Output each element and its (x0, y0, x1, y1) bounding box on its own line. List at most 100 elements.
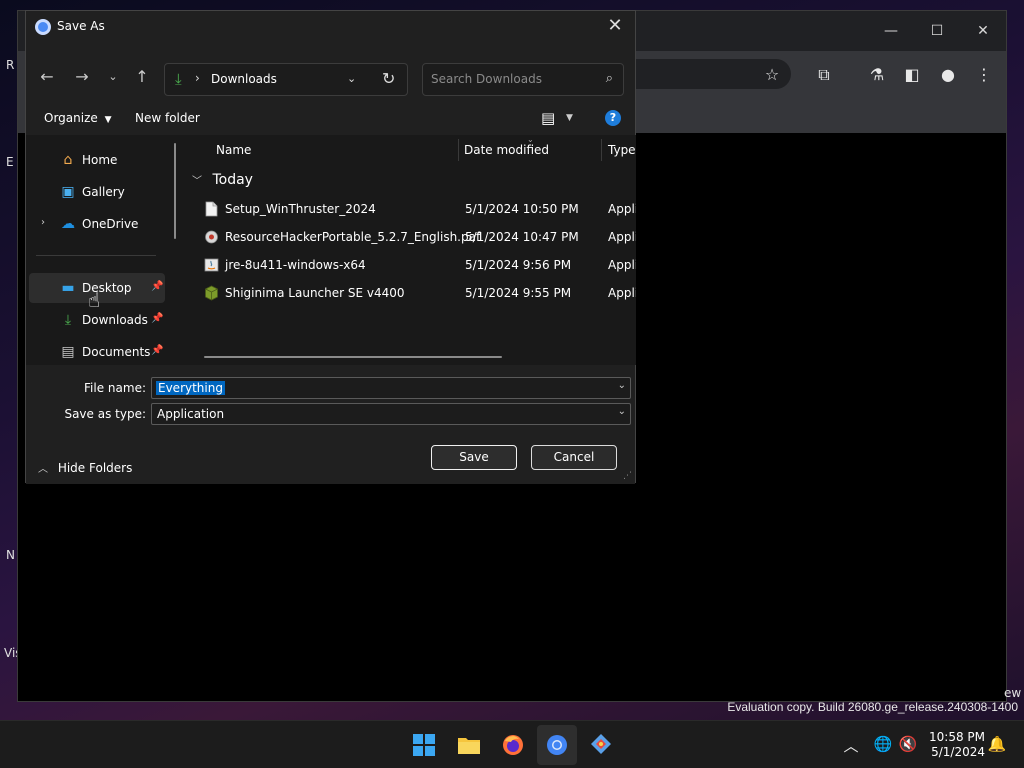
column-divider[interactable] (458, 139, 459, 161)
cloud-icon: ☁ (61, 216, 75, 232)
search-input[interactable]: Search Downloads ⌕ (422, 63, 624, 96)
group-header[interactable]: ﹀ Today (192, 172, 253, 188)
volume-muted-icon[interactable]: 🔇 (898, 735, 918, 753)
star-icon[interactable]: ☆ (761, 64, 783, 86)
organize-button[interactable]: Organize ▼ (44, 111, 112, 125)
chevron-down-icon[interactable]: ⌄ (618, 406, 626, 417)
file-type: Appli (608, 202, 636, 216)
sidebar-item-onedrive[interactable]: › ☁ OneDrive (29, 209, 165, 239)
command-bar: Organize ▼ New folder ▤ ▼ ? (26, 101, 635, 135)
file-type: Appli (608, 230, 636, 244)
save-options-panel: File name: Everything ⌄ Save as type: Ap… (26, 365, 635, 484)
save-button[interactable]: Save (431, 445, 517, 470)
download-icon: ⤓ (64, 312, 72, 328)
dev-tool-icon[interactable] (587, 731, 615, 759)
help-icon[interactable]: ? (605, 110, 621, 126)
file-name-field[interactable]: Everything ⌄ (151, 377, 631, 399)
file-name-label: File name: (84, 381, 146, 395)
pin-icon: 📌 (151, 345, 164, 356)
maximize-icon[interactable]: ☐ (927, 23, 947, 39)
divider (36, 255, 156, 256)
forward-icon[interactable]: → (71, 67, 93, 86)
system-clock[interactable]: 10:58 PM 5/1/2024 (925, 730, 985, 760)
column-header-type[interactable]: Type (608, 143, 636, 157)
document-icon: ▤ (61, 344, 75, 360)
new-folder-button[interactable]: New folder (135, 111, 200, 125)
chevron-down-icon: ▼ (104, 115, 112, 125)
profile-icon[interactable]: ● (937, 64, 959, 86)
file-row[interactable]: jre-8u411-windows-x64 5/1/2024 9:56 PM A… (186, 251, 636, 279)
file-name: jre-8u411-windows-x64 (225, 258, 366, 272)
up-icon[interactable]: ↑ (131, 67, 153, 86)
desktop-edge-text: R (6, 58, 15, 72)
sidebar-item-home[interactable]: ⌂ Home (29, 145, 165, 175)
view-options-icon[interactable]: ▤ (541, 109, 555, 127)
java-icon (204, 258, 219, 272)
file-list: Name ⌄ Date modified Type ﹀ Today Setup_… (186, 135, 636, 365)
clock-time: 10:58 PM (929, 730, 985, 744)
navigation-bar: ← → ⌄ ↑ ⤓ › Downloads ⌄ ↻ Search Downloa… (26, 43, 635, 101)
file-row[interactable]: Shiginima Launcher SE v4400 5/1/2024 9:5… (186, 279, 636, 307)
chevron-up-icon: ︿ (38, 464, 48, 475)
hide-folders-button[interactable]: ︿ Hide Folders (38, 460, 132, 475)
file-date: 5/1/2024 10:47 PM (465, 230, 579, 244)
address-bar[interactable]: ⤓ › Downloads ⌄ ↻ (164, 63, 408, 96)
desktop-edge-text: ew (1004, 686, 1022, 700)
refresh-icon[interactable]: ↻ (382, 69, 395, 88)
evaluation-watermark: Evaluation copy. Build 26080.ge_release.… (727, 700, 1018, 714)
save-type-label: Save as type: (64, 407, 146, 421)
file-name: Shiginima Launcher SE v4400 (225, 286, 405, 300)
column-divider[interactable] (601, 139, 602, 161)
menu-icon[interactable]: ⋮ (973, 64, 995, 86)
extensions-icon[interactable]: ⧉ (813, 64, 835, 86)
firefox-icon[interactable] (499, 731, 527, 759)
sidebar-item-gallery[interactable]: ▣ Gallery (29, 177, 165, 207)
horizontal-scrollbar[interactable] (204, 356, 502, 358)
resize-grip-icon[interactable]: ⋰ (623, 471, 632, 481)
breadcrumb-chevron-icon[interactable]: › (195, 71, 200, 85)
file-type: Appli (608, 258, 636, 272)
chrome-icon (35, 19, 51, 35)
back-icon[interactable]: ← (36, 67, 58, 86)
file-name: ResourceHackerPortable_5.2.7_English.paf (225, 230, 481, 244)
file-explorer-icon[interactable] (455, 731, 483, 759)
file-row[interactable]: Setup_WinThruster_2024 5/1/2024 10:50 PM… (186, 195, 636, 223)
sidebar-item-label: Gallery (82, 185, 125, 199)
close-icon[interactable]: ✕ (603, 15, 627, 39)
sidebar-item-label: Documents (82, 345, 151, 359)
chevron-down-icon[interactable]: ⌄ (618, 380, 626, 391)
chevron-right-icon[interactable]: › (41, 217, 45, 228)
labs-icon[interactable]: ⚗ (866, 64, 888, 86)
save-type-select[interactable]: Application ⌄ (151, 403, 631, 425)
start-icon[interactable] (410, 731, 438, 759)
gallery-icon: ▣ (61, 184, 75, 200)
minimize-icon[interactable]: — (881, 23, 901, 39)
chrome-icon[interactable] (543, 731, 571, 759)
notification-bell-icon[interactable]: 🔔 (987, 735, 1007, 753)
column-header-name[interactable]: Name (216, 143, 251, 157)
side-panel-icon[interactable]: ◧ (901, 64, 923, 86)
chevron-down-icon[interactable]: ▼ (566, 113, 573, 123)
taskbar: ︿ 🌐 🔇 10:58 PM 5/1/2024 🔔 (0, 720, 1024, 768)
breadcrumb[interactable]: Downloads (211, 72, 277, 86)
scrollbar[interactable] (174, 143, 176, 239)
chevron-up-icon[interactable]: ︿ (841, 735, 861, 756)
cancel-button[interactable]: Cancel (531, 445, 617, 470)
search-icon[interactable]: ⌕ (606, 71, 613, 86)
save-type-value: Application (157, 407, 225, 421)
file-date: 5/1/2024 9:56 PM (465, 258, 572, 272)
globe-icon[interactable]: 🌐 (873, 735, 893, 753)
file-date: 5/1/2024 9:55 PM (465, 286, 572, 300)
dialog-titlebar: Save As ✕ (26, 11, 635, 43)
recent-locations-icon[interactable]: ⌄ (102, 70, 124, 83)
desktop-edge-text: N (6, 548, 15, 562)
minecraft-icon (205, 285, 218, 301)
clock-date: 5/1/2024 (931, 745, 985, 759)
chevron-down-icon[interactable]: ⌄ (347, 72, 356, 85)
file-row[interactable]: ResourceHackerPortable_5.2.7_English.paf… (186, 223, 636, 251)
navigation-pane: ⌂ Home ▣ Gallery › ☁ OneDrive ▬ Desktop … (26, 135, 186, 365)
file-date: 5/1/2024 10:50 PM (465, 202, 579, 216)
column-header-date[interactable]: Date modified (464, 143, 549, 157)
close-icon[interactable]: ✕ (973, 23, 993, 39)
sidebar-item-documents[interactable]: ▤ Documents 📌 (29, 337, 165, 367)
